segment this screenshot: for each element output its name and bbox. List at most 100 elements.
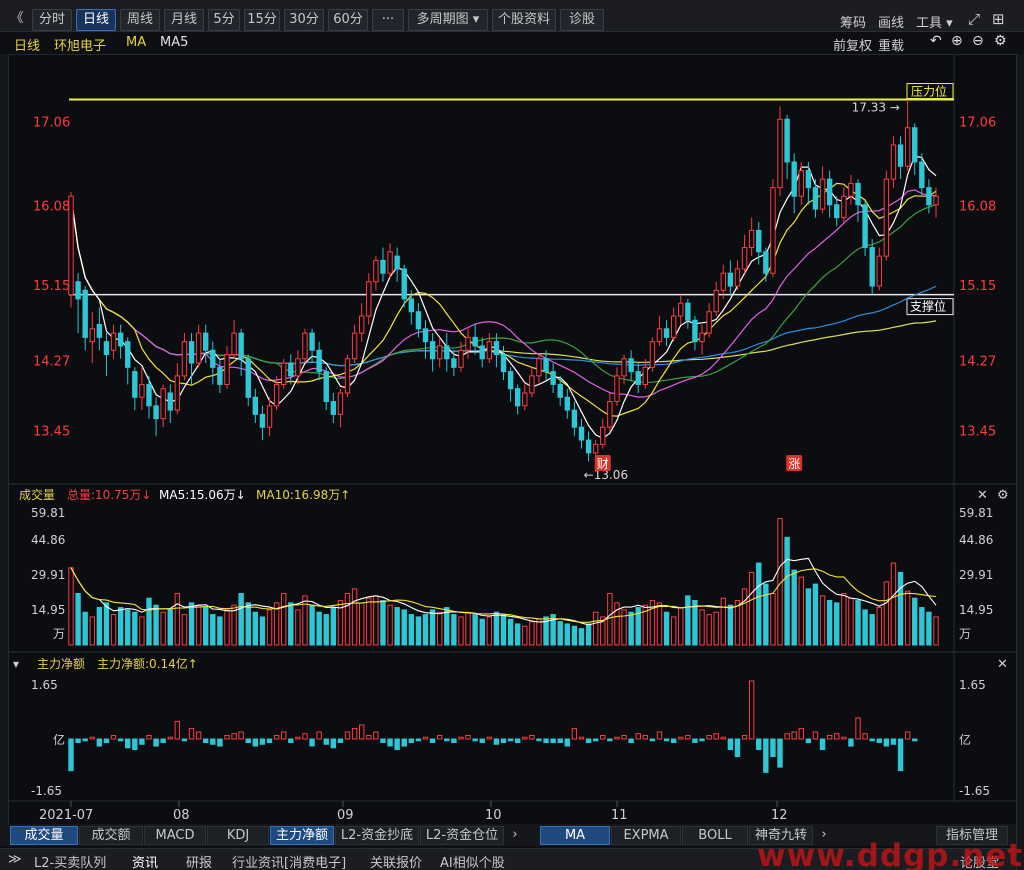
volume-bar[interactable] — [933, 616, 939, 646]
flow-bar[interactable] — [281, 731, 287, 740]
volume-bar[interactable] — [841, 593, 847, 646]
flow-bar[interactable] — [252, 738, 259, 747]
candle[interactable] — [777, 106, 783, 197]
candle[interactable] — [883, 170, 890, 261]
volume-bar[interactable] — [685, 595, 691, 646]
candle[interactable] — [68, 191, 74, 308]
event-marker-finance[interactable]: 财 — [594, 455, 611, 471]
flow-bar[interactable] — [720, 736, 726, 740]
volume-bar[interactable] — [607, 593, 613, 646]
flow-bar[interactable] — [727, 738, 734, 751]
flow-bar[interactable] — [486, 736, 493, 740]
flow-bar[interactable] — [628, 738, 634, 744]
flow-bar[interactable] — [763, 738, 769, 773]
volume-bar[interactable] — [756, 562, 762, 646]
flow-bar[interactable] — [876, 738, 882, 744]
candle[interactable] — [649, 337, 656, 372]
settings-icon[interactable]: ⚙ — [994, 33, 1007, 49]
flow-bar[interactable] — [316, 731, 322, 740]
bottom-tab-4[interactable]: 关联报价 — [370, 852, 422, 870]
volume-bar[interactable] — [748, 571, 755, 646]
candle[interactable] — [869, 239, 875, 295]
flow-bar[interactable] — [578, 736, 585, 740]
volume-bar[interactable] — [826, 600, 833, 646]
volume-bar[interactable] — [529, 621, 535, 646]
volume-bar[interactable] — [819, 595, 826, 646]
flow-bar[interactable] — [380, 738, 386, 744]
flow-bar[interactable] — [621, 734, 627, 740]
volume-bar[interactable] — [281, 593, 287, 646]
flow-bar[interactable] — [429, 738, 436, 744]
volume-bar[interactable] — [139, 616, 145, 646]
flow-bar[interactable] — [678, 736, 684, 740]
volume-bar[interactable] — [146, 597, 152, 646]
flow-bar[interactable] — [649, 738, 656, 742]
volume-bar[interactable] — [507, 618, 514, 646]
volume-bar[interactable] — [195, 604, 202, 646]
candle[interactable] — [862, 200, 868, 257]
volume-bar[interactable] — [458, 616, 464, 646]
volume-bar[interactable] — [203, 607, 209, 646]
flow-bar[interactable] — [500, 738, 507, 744]
flow-bar[interactable] — [557, 738, 563, 744]
flow-bar[interactable] — [841, 736, 847, 740]
flow-bar[interactable] — [302, 733, 308, 740]
volume-bar[interactable] — [75, 593, 81, 646]
volume-bar[interactable] — [621, 609, 627, 646]
flow-bar[interactable] — [912, 738, 918, 742]
flow-bar[interactable] — [125, 738, 131, 749]
volume-bar[interactable] — [876, 607, 882, 646]
volume-bar[interactable] — [592, 611, 599, 646]
flow-bar[interactable] — [883, 738, 890, 747]
volume-bar[interactable] — [288, 602, 294, 646]
volume-bar[interactable] — [791, 569, 797, 646]
volume-bar[interactable] — [770, 593, 776, 646]
flow-bar[interactable] — [224, 734, 230, 740]
indicator-tab-3[interactable]: KDJ — [207, 826, 269, 845]
flow-bar[interactable] — [203, 738, 209, 744]
flow-bar[interactable] — [614, 736, 620, 740]
flow-bar[interactable] — [422, 736, 429, 740]
volume-bar[interactable] — [784, 536, 790, 646]
toolbar-item-1[interactable]: 分时 — [32, 9, 72, 31]
candle[interactable] — [344, 354, 351, 398]
volume-bar[interactable] — [727, 604, 734, 646]
zoom-in-icon[interactable]: ⊕ — [951, 33, 963, 49]
bottom-tab-5[interactable]: AI相似个股 — [440, 852, 505, 870]
candle[interactable] — [770, 179, 776, 278]
volume-bar[interactable] — [259, 616, 266, 646]
flow-bar[interactable] — [146, 734, 152, 740]
volume-bar[interactable] — [741, 588, 748, 646]
flow-bar[interactable] — [834, 733, 840, 740]
flow-collapse-icon[interactable]: ▾ — [13, 657, 19, 671]
indicator-tab-0[interactable]: 成交量 — [10, 826, 78, 845]
volume-bar[interactable] — [897, 571, 904, 646]
volume-bar[interactable] — [855, 600, 861, 646]
flow-bar[interactable] — [890, 738, 897, 745]
volume-bar[interactable] — [472, 614, 478, 646]
volume-bar[interactable] — [862, 609, 868, 646]
adjust-forward[interactable]: 前复权 — [833, 35, 872, 54]
flow-bar[interactable] — [536, 738, 542, 742]
volume-bar[interactable] — [578, 628, 585, 646]
event-marker-rise[interactable]: 涨 — [786, 455, 803, 471]
flow-bar[interactable] — [550, 738, 556, 744]
flow-bar[interactable] — [862, 733, 868, 740]
candle[interactable] — [281, 358, 287, 389]
flow-bar[interactable] — [564, 738, 571, 747]
volume-bar[interactable] — [415, 616, 422, 646]
volume-bar[interactable] — [351, 588, 358, 646]
flow-bar[interactable] — [96, 738, 103, 747]
flow-bar[interactable] — [288, 738, 294, 744]
close-icon[interactable]: ✕ — [977, 488, 988, 503]
volume-bar[interactable] — [883, 581, 890, 646]
toolbar-item-0[interactable]: 《 — [6, 9, 28, 31]
flow-bar[interactable] — [373, 731, 379, 740]
flow-bar[interactable] — [366, 734, 372, 740]
volume-bar[interactable] — [309, 604, 315, 646]
flow-bar[interactable] — [82, 738, 88, 742]
flow-bar[interactable] — [415, 738, 422, 742]
flow-bar[interactable] — [522, 736, 528, 740]
flow-bar[interactable] — [103, 738, 110, 744]
toolbar-right-0[interactable]: 筹码 — [840, 12, 866, 31]
